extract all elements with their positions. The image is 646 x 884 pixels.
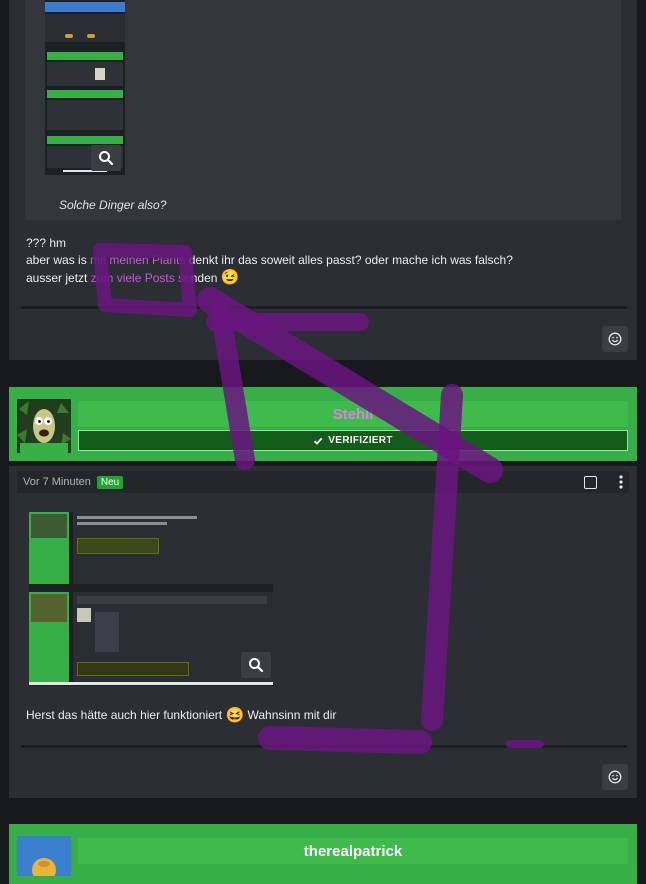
search-icon <box>249 658 264 673</box>
username[interactable]: therealpatrick <box>78 838 628 864</box>
check-icon <box>314 437 323 445</box>
react-button[interactable] <box>602 326 628 352</box>
avatar-image <box>17 399 71 453</box>
quote-block: Solche Dinger also? <box>25 0 621 220</box>
post-timestamp[interactable]: Vor 7 Minuten <box>23 476 91 488</box>
more-options-icon[interactable] <box>619 475 623 489</box>
verified-label: VERIFIZIERT <box>328 435 393 446</box>
post-body: Herst das hätte auch hier funktioniert 😆… <box>26 707 337 724</box>
inline-link[interactable]: zum viele Posts se <box>91 271 191 285</box>
post-body: ??? hm aber was is mit meinen Plants den… <box>26 235 626 287</box>
zoom-image-button[interactable] <box>241 652 271 678</box>
post-divider <box>21 745 627 748</box>
avatar[interactable] <box>17 399 71 453</box>
post-1: Solche Dinger also? ??? hm aber was is m… <box>9 0 637 360</box>
post-line-3: ausser jetzt zum viele Posts senden 😉 <box>26 269 240 286</box>
verified-badge: VERIFIZIERT <box>78 430 628 451</box>
quote-caption: Solche Dinger also? <box>59 198 167 212</box>
user-header-stehli: Stehli VERIFIZIERT <box>9 387 637 461</box>
mention-link[interactable]: mit meinen Plants <box>90 253 185 267</box>
post-line-2: aber was is mit meinen Plants denkt ihr … <box>26 253 513 267</box>
post-line-1: ??? hm <box>26 236 67 250</box>
post-meta-bar: Vor 7 Minuten Neu <box>17 471 629 493</box>
user-header-therealpatrick: therealpatrick <box>9 824 637 884</box>
zoom-image-button[interactable] <box>91 145 121 171</box>
post-2: Vor 7 Minuten Neu Herst das hätte auch h… <box>9 466 637 798</box>
smiley-icon <box>608 770 622 784</box>
search-icon <box>99 151 114 166</box>
wink-emoji: 😉 <box>220 269 240 286</box>
new-badge: Neu <box>96 475 124 489</box>
select-post-checkbox[interactable] <box>584 475 597 489</box>
username[interactable]: Stehli <box>78 401 628 427</box>
smiley-icon <box>608 332 622 346</box>
laughing-emoji: 😆 <box>225 707 245 724</box>
post-divider <box>21 306 627 309</box>
react-button[interactable] <box>602 764 628 790</box>
avatar-image <box>17 836 71 882</box>
avatar[interactable] <box>17 836 71 882</box>
attached-screenshot-thumbnail[interactable] <box>29 512 273 686</box>
quoted-screenshot-thumbnail[interactable] <box>45 0 125 175</box>
